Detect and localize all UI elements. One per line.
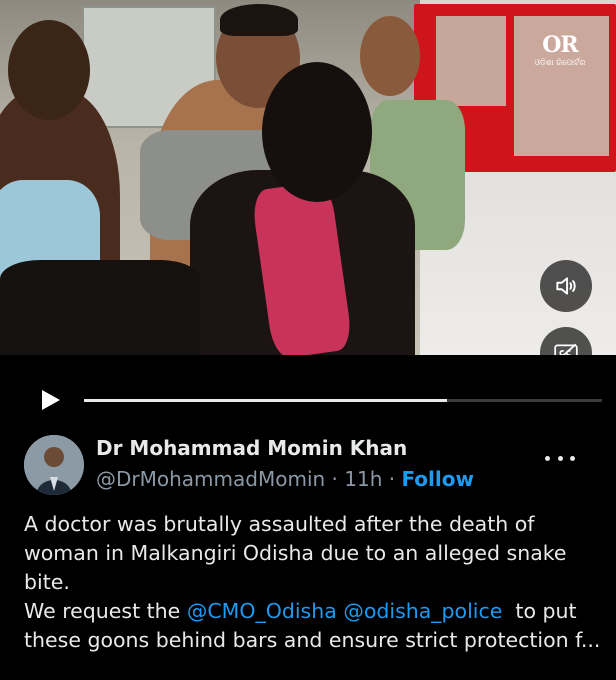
play-icon [42,390,60,410]
author-name[interactable]: Dr Mohammad Momin Khan [96,436,407,460]
post-text-line: bite. [24,570,70,594]
post-text-line: these goons behind bars and ensure stric… [24,628,601,652]
video-progress-fill [84,399,447,402]
video-frame-figure [220,4,298,36]
post-text-line: A doctor was brutally assaulted after th… [24,512,535,536]
more-icon[interactable] [545,448,575,468]
channel-logo: OR ଓଡ଼ିଶା ରିପୋର୍ଟର [534,32,586,67]
video-progress-bar[interactable] [84,399,602,402]
video-frame-figure [262,62,372,202]
post-text: A doctor was brutally assaulted after th… [24,510,608,655]
meta-separator: · [388,467,396,491]
mention-odisha-police[interactable]: @odisha_police [343,599,502,623]
video-player[interactable]: OR ଓଡ଼ିଶା ରିପୋର୍ଟର [0,0,616,355]
avatar[interactable] [24,435,84,495]
video-frame-figure [360,16,420,96]
post-text-line: woman in Malkangiri Odisha due to an all… [24,541,567,565]
play-button[interactable] [38,388,62,416]
video-controls [0,355,616,425]
post-text-line: We request the @CMO_Odisha @odisha_polic… [24,597,608,626]
speaker-icon [556,277,576,295]
author-meta: @DrMohammadMomin · 11h · Follow [96,467,474,491]
volume-button[interactable] [540,260,592,312]
captions-icon [554,343,578,355]
follow-button[interactable]: Follow [401,467,474,491]
video-frame-figure [8,20,90,120]
author-handle[interactable]: @DrMohammadMomin [96,467,325,491]
video-frame-figure [0,260,200,355]
mention-cmo-odisha[interactable]: @CMO_Odisha [187,599,337,623]
post-time[interactable]: 11h [344,467,382,491]
post-text-fragment: We request the [24,599,187,623]
meta-separator: · [331,467,338,491]
post-text-fragment: to put [502,599,577,623]
